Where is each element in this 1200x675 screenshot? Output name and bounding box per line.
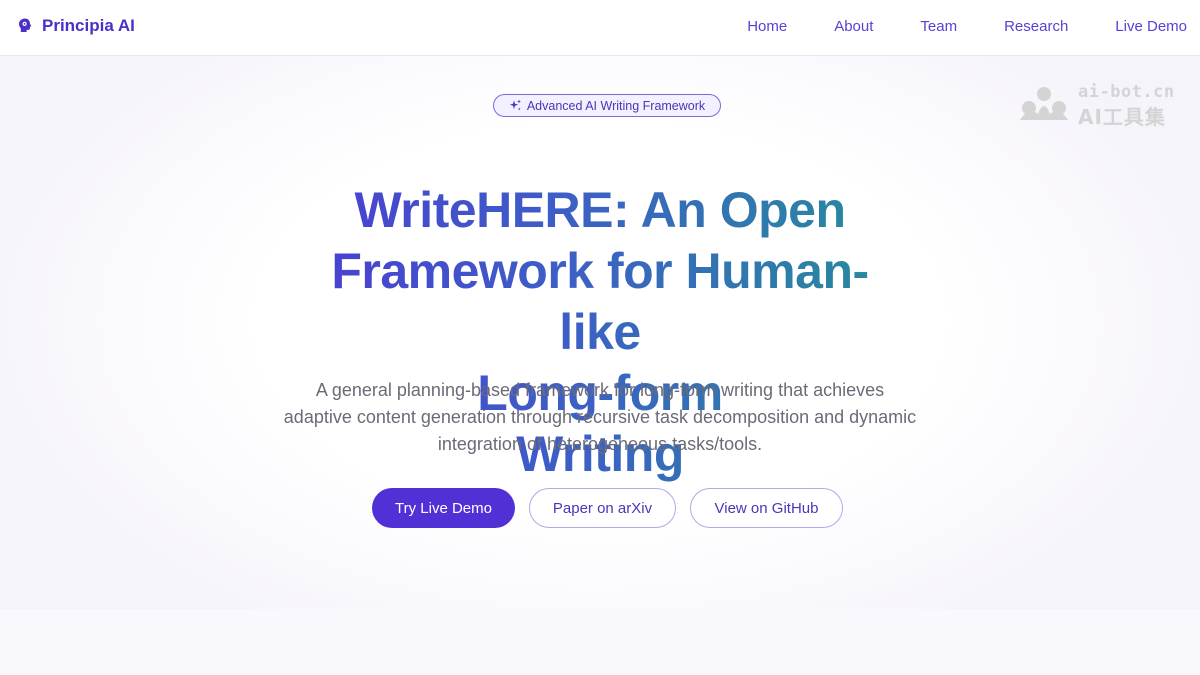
nav-links: Home About Team Research Live Demo (700, 18, 1187, 35)
nav-research-link[interactable]: Research (1004, 18, 1068, 35)
hero-section: Advanced AI Writing Framework WriteHERE:… (0, 56, 1200, 609)
brand-name: Principia AI (42, 16, 135, 35)
next-section-edge (0, 609, 1200, 675)
nav-home-link[interactable]: Home (747, 18, 787, 35)
hero-title-line-2: Framework for Human-like (200, 241, 1000, 363)
feature-badge: Advanced AI Writing Framework (493, 94, 721, 117)
brand-logo-link[interactable]: Principia AI (16, 16, 135, 36)
paper-on-arxiv-button[interactable]: Paper on arXiv (529, 488, 676, 528)
page: Principia AI Home About Team Research Li… (0, 0, 1200, 675)
watermark-name: AI工具集 (1078, 105, 1166, 129)
watermark-logo-icon (1016, 84, 1072, 124)
site-watermark: ai-bot.cn AI工具集 (1016, 82, 1186, 129)
brain-head-icon (16, 17, 34, 35)
badge-label: Advanced AI Writing Framework (526, 98, 706, 113)
sparkles-icon (509, 99, 522, 112)
top-navbar: Principia AI Home About Team Research Li… (0, 0, 1200, 56)
hero-subtitle: A general planning-based framework for l… (283, 380, 917, 454)
nav-team-link[interactable]: Team (920, 18, 957, 35)
view-on-github-button[interactable]: View on GitHub (690, 488, 843, 528)
watermark-domain: ai-bot.cn (1078, 82, 1175, 102)
nav-about-link[interactable]: About (834, 18, 873, 35)
hero-title-line-1: WriteHERE: An Open (200, 180, 1000, 241)
nav-live-demo-link[interactable]: Live Demo (1115, 18, 1187, 35)
try-live-demo-button[interactable]: Try Live Demo (372, 488, 515, 528)
